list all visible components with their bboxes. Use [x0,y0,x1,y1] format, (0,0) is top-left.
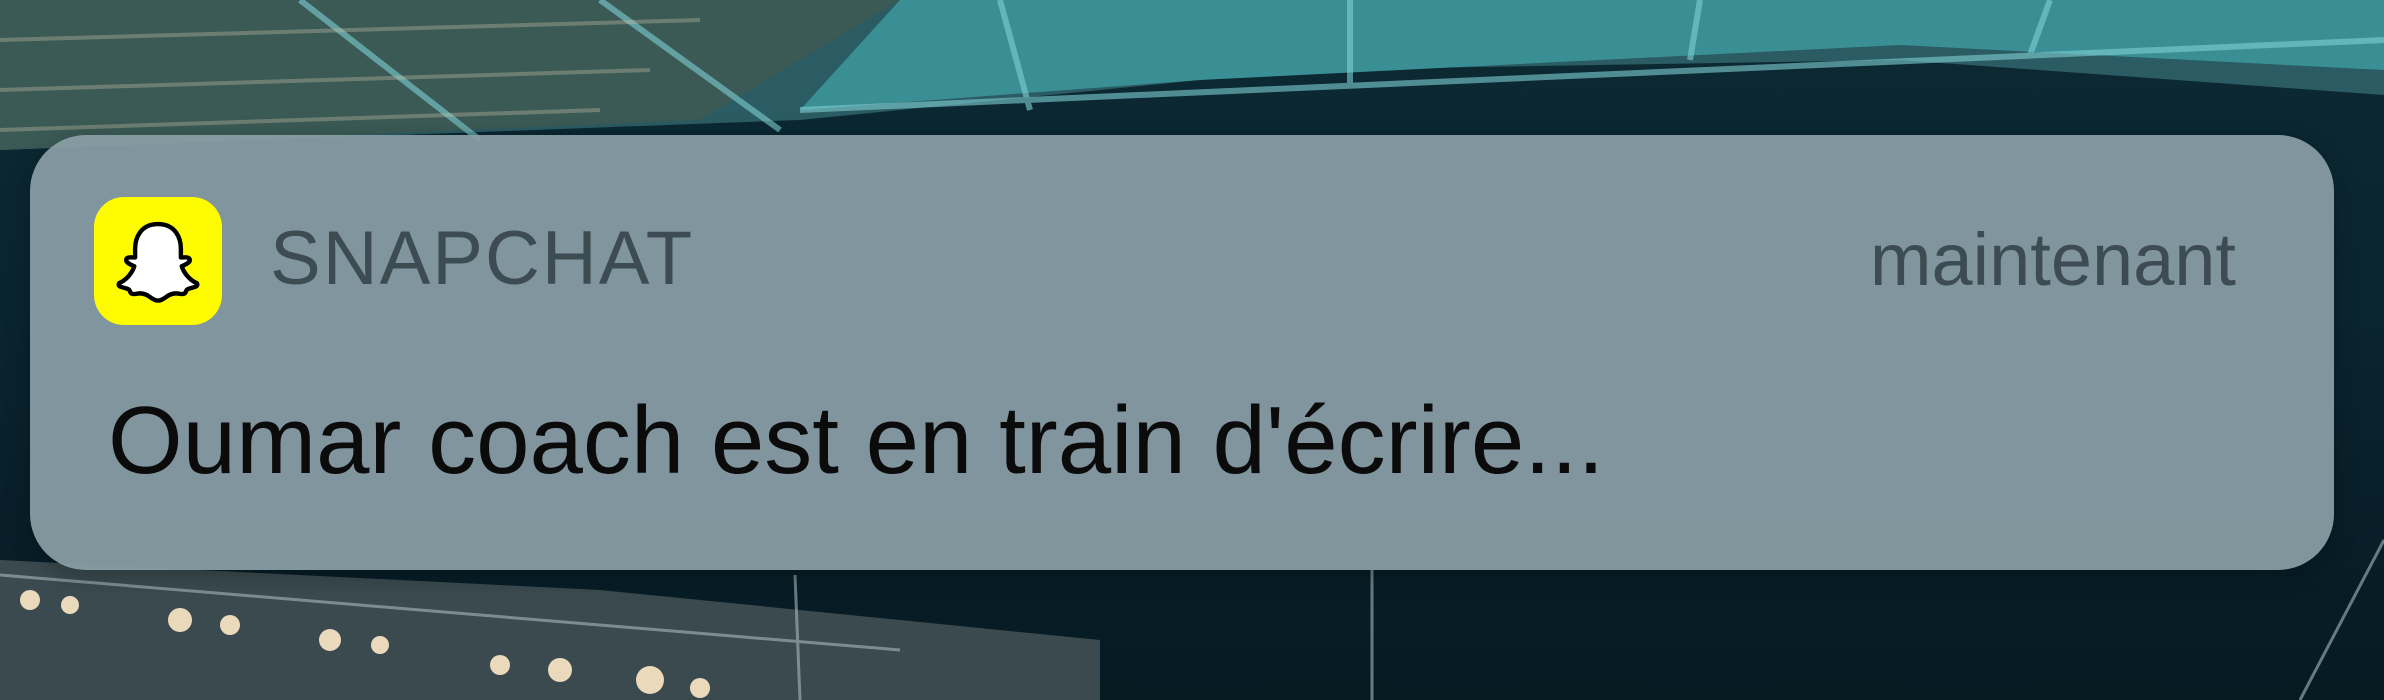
snapchat-ghost-icon [116,221,200,303]
snapchat-app-icon [94,197,222,325]
app-name: SNAPCHAT [270,216,695,301]
notification-timestamp: maintenant [1869,218,2236,301]
notification-message: Oumar coach est en train d'écrire... [108,387,1605,494]
notification-banner[interactable]: SNAPCHAT maintenant Oumar coach est en t… [30,135,2334,570]
